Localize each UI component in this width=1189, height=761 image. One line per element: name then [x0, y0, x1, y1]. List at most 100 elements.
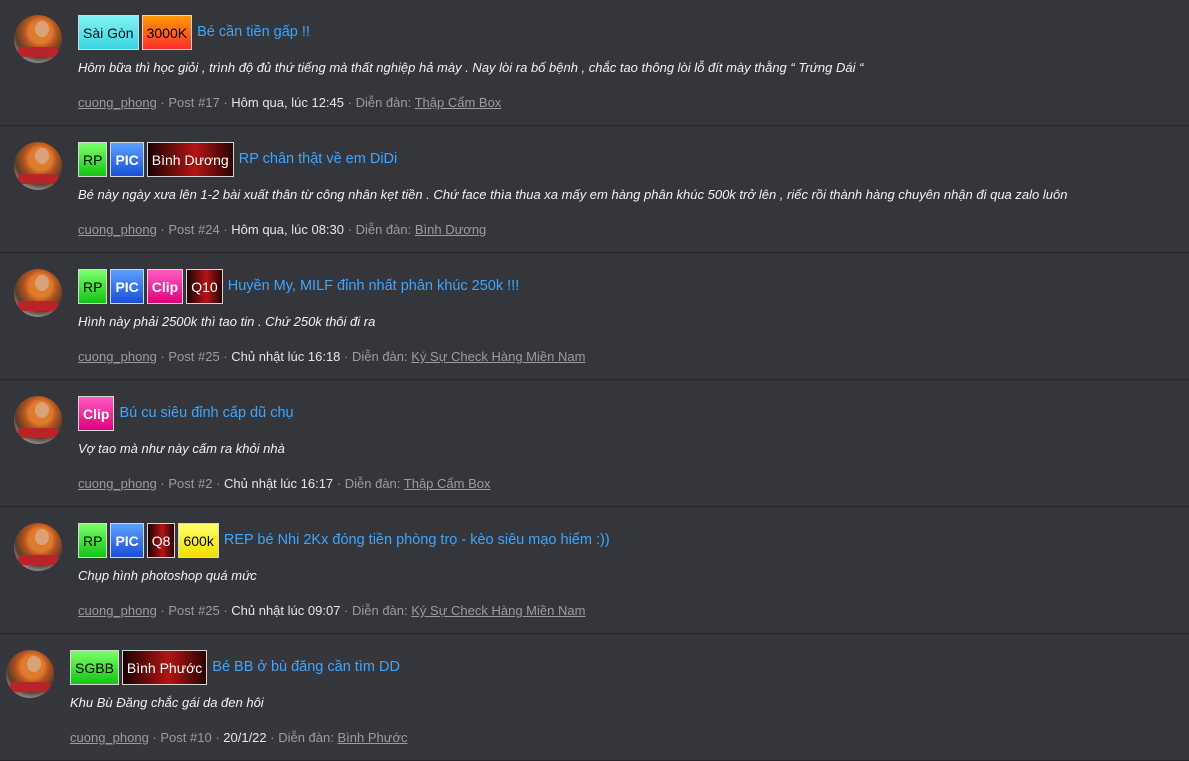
avatar-head-shape [35, 275, 49, 291]
separator: · [266, 730, 279, 745]
post-title-row: RP PIC Bình Dương RP chân thật về em DiDi [78, 140, 1179, 178]
post-number: Post #2 [168, 476, 213, 491]
separator: · [148, 730, 161, 745]
prefix-tag[interactable]: Sài Gòn [78, 14, 139, 50]
post-snippet: Hình này phải 2500k thì tao tin . Chứ 25… [78, 314, 376, 329]
separator: · [156, 95, 169, 110]
post-item: Clip Bú cu siêu đỉnh cấp dũ chụ Vợ tao mà … [0, 381, 1189, 507]
avatar-head-shape [35, 21, 49, 37]
separator: · [340, 603, 352, 618]
post-number: Post #10 [160, 730, 212, 745]
post-meta: cuong_phong · Post #2 · Chủ nhật lúc 16:… [78, 476, 1179, 491]
post-title-link[interactable]: Huyền My, MILF đỉnh nhất phân khúc 250k … [228, 278, 520, 294]
separator: · [219, 222, 232, 237]
post-title-row: RP PIC Clip Q10 Huyền My, MILF đỉnh nhất phâ… [78, 267, 1179, 305]
forum-label: Diễn đàn: [344, 476, 401, 491]
post-title-link[interactable]: REP bé Nhi 2Kx đóng tiền phòng trọ - kèo… [224, 532, 610, 548]
separator: · [212, 476, 225, 491]
post-snippet: Bé này ngày xưa lên 1-2 bài xuất thân từ… [78, 187, 1068, 202]
post-snippet: Vợ tao mà như này cấm ra khỏi nhà [78, 441, 285, 456]
author-link[interactable]: cuong_phong [78, 603, 157, 618]
post-number: Post #25 [168, 349, 220, 364]
post-title-link[interactable]: Bé BB ở bù đăng cần tìm DD [212, 659, 400, 675]
prefix-tag[interactable]: SGBB [70, 649, 119, 685]
prefix-tag[interactable]: Clip [78, 395, 115, 431]
separator: · [156, 222, 169, 237]
author-link[interactable]: cuong_phong [78, 349, 157, 364]
post-time: Chủ nhật lúc 16:18 [231, 349, 341, 364]
prefix-tag[interactable]: Clip [146, 268, 184, 304]
post-item: RP PIC Clip Q10 Huyền My, MILF đỉnh nhất phâ… [0, 254, 1189, 380]
user-avatar[interactable] [6, 650, 54, 698]
prefix-tag[interactable]: 600k [178, 522, 219, 558]
separator: · [344, 95, 356, 110]
avatar-red-shape [18, 174, 58, 184]
post-time: Hôm qua, lúc 12:45 [231, 95, 344, 110]
user-avatar[interactable] [14, 15, 62, 63]
avatar-head-shape [27, 656, 41, 672]
author-link[interactable]: cuong_phong [78, 222, 157, 237]
prefix-tag[interactable]: RP [78, 141, 108, 177]
separator: · [156, 603, 169, 618]
post-meta: cuong_phong · Post #25 · Chủ nhật lúc 16… [78, 349, 1179, 364]
post-meta: cuong_phong · Post #17 · Hôm qua, lúc 12… [78, 95, 1179, 110]
user-avatar[interactable] [14, 396, 62, 444]
post-item: RP PIC Bình Dương RP chân thật về em DiDi Bé… [0, 127, 1189, 253]
forum-link[interactable]: Thập Cẩm Box [415, 95, 502, 110]
post-content: RP PIC Q8 600k REP bé Nhi 2Kx đóng tiền phòn… [78, 521, 1179, 618]
post-title-row: Sài Gòn 3000K Bé cần tiền gấp !! [78, 13, 1179, 51]
separator: · [344, 222, 356, 237]
avatar-head-shape [35, 148, 49, 164]
avatar-head-shape [35, 529, 49, 545]
prefix-tag[interactable]: Q8 [146, 522, 176, 558]
avatar-red-shape [18, 555, 58, 565]
prefix-tag[interactable]: 3000K [141, 14, 193, 50]
forum-link[interactable]: Bình Phước [337, 730, 407, 745]
author-link[interactable]: cuong_phong [70, 730, 149, 745]
post-time: Hôm qua, lúc 08:30 [231, 222, 344, 237]
prefix-tag[interactable]: PIC [110, 141, 144, 177]
post-meta: cuong_phong · Post #10 · 20/1/22 · Diễn … [70, 730, 1179, 745]
post-number: Post #24 [168, 222, 220, 237]
avatar-red-shape [18, 301, 58, 311]
post-time: Chủ nhật lúc 16:17 [224, 476, 334, 491]
post-content: RP PIC Clip Q10 Huyền My, MILF đỉnh nhất phâ… [78, 267, 1179, 364]
author-link[interactable]: cuong_phong [78, 95, 157, 110]
post-title-link[interactable]: RP chân thật về em DiDi [239, 151, 398, 167]
post-title-link[interactable]: Bé cần tiền gấp !! [197, 24, 310, 40]
author-link[interactable]: cuong_phong [78, 476, 157, 491]
user-avatar[interactable] [14, 269, 62, 317]
forum-link[interactable]: Thập Cẩm Box [404, 476, 491, 491]
prefix-tag[interactable]: Bình Phước [121, 649, 208, 685]
forum-link[interactable]: Bình Dương [415, 222, 486, 237]
separator: · [156, 349, 169, 364]
post-content: Sài Gòn 3000K Bé cần tiền gấp !! Hôm bữa th… [78, 13, 1179, 110]
post-title-row: Clip Bú cu siêu đỉnh cấp dũ chụ [78, 394, 1179, 432]
forum-label: Diễn đàn: [351, 603, 408, 618]
user-avatar[interactable] [14, 142, 62, 190]
prefix-tag[interactable]: PIC [110, 268, 144, 304]
post-item: SGBB Bình Phước Bé BB ở bù đăng cần tìm DD… [0, 635, 1189, 761]
prefix-tag[interactable]: PIC [110, 522, 144, 558]
post-number: Post #17 [168, 95, 220, 110]
prefix-tag[interactable]: Q10 [186, 268, 223, 304]
forum-label: Diễn đàn: [355, 222, 412, 237]
post-title-row: SGBB Bình Phước Bé BB ở bù đăng cần tìm DD [70, 648, 1179, 686]
forum-link[interactable]: Ký Sự Check Hàng Miền Nam [411, 349, 585, 364]
post-meta: cuong_phong · Post #25 · Chủ nhật lúc 09… [78, 603, 1179, 618]
post-content: RP PIC Bình Dương RP chân thật về em DiDi Bé… [78, 140, 1179, 237]
separator: · [219, 95, 232, 110]
forum-link[interactable]: Ký Sự Check Hàng Miền Nam [411, 603, 585, 618]
prefix-tag[interactable]: RP [78, 268, 108, 304]
prefix-tag[interactable]: Bình Dương [146, 141, 234, 177]
separator: · [156, 476, 169, 491]
separator: · [340, 349, 352, 364]
post-time: Chủ nhật lúc 09:07 [231, 603, 341, 618]
avatar-red-shape [18, 47, 58, 57]
post-title-link[interactable]: Bú cu siêu đỉnh cấp dũ chụ [119, 405, 293, 421]
separator: · [211, 730, 224, 745]
prefix-tag[interactable]: RP [78, 522, 108, 558]
search-results-list: Sài Gòn 3000K Bé cần tiền gấp !! Hôm bữa th… [0, 0, 1189, 761]
separator: · [219, 349, 232, 364]
user-avatar[interactable] [14, 523, 62, 571]
